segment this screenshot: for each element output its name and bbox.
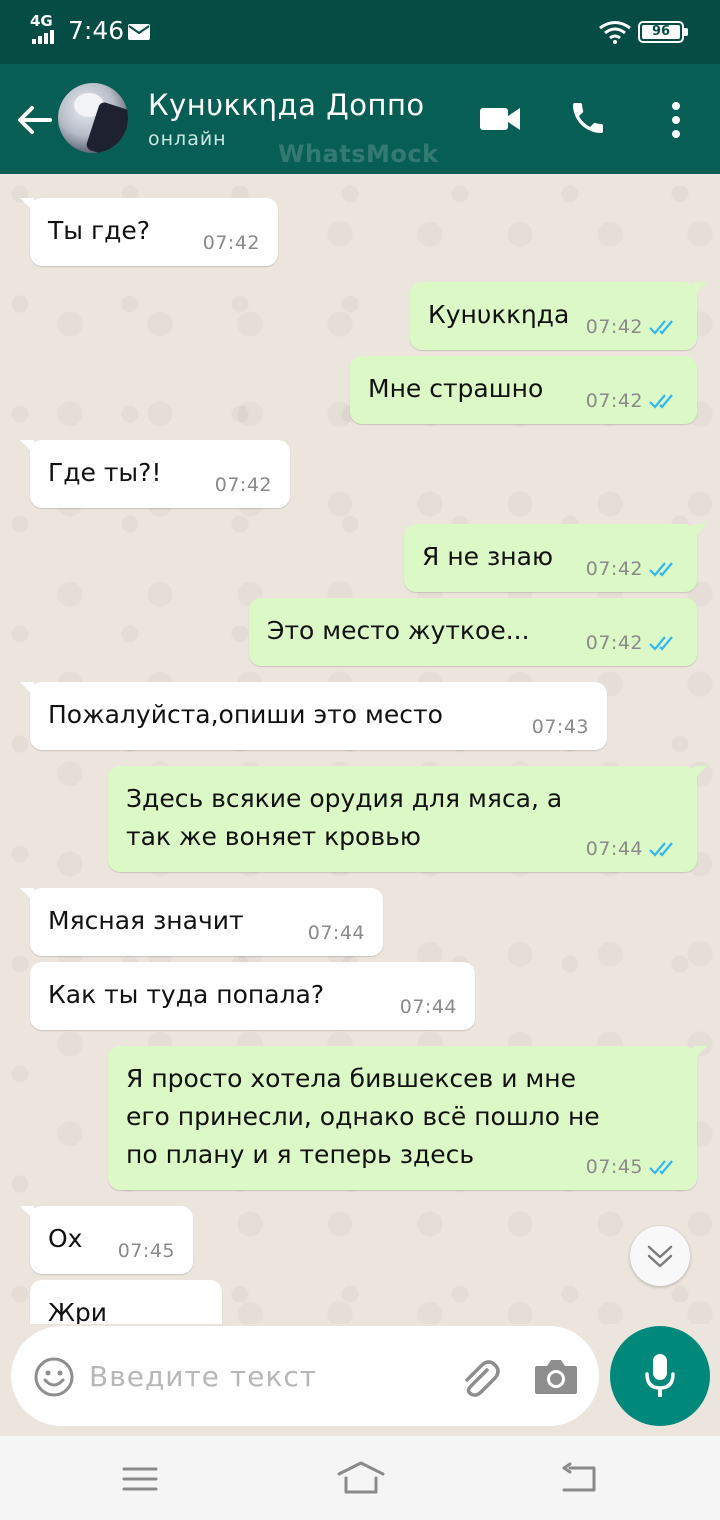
- message-bubble[interactable]: Я просто хотела бившексев и мне его прин…: [108, 1046, 707, 1190]
- message-bubble[interactable]: Ты где? 07:42: [20, 198, 278, 266]
- message-text: Я не знаю: [422, 542, 553, 571]
- message-time: 07:43: [531, 716, 589, 738]
- message-time: 07:42: [585, 316, 643, 338]
- message-text: Здесь всякие орудия для мяса, а так же в…: [126, 784, 563, 851]
- message-text: Ох: [48, 1224, 83, 1253]
- message-bubble[interactable]: Я не знаю 07:42: [404, 524, 707, 592]
- more-options-icon[interactable]: [664, 100, 688, 140]
- message-text: Это место жуткое...: [267, 616, 530, 645]
- read-receipt-icon: [649, 394, 673, 409]
- microphone-icon: [645, 1354, 675, 1397]
- message-bubble[interactable]: Где ты?! 07:42: [20, 440, 290, 508]
- message-text: Ты где?: [48, 216, 151, 245]
- contact-name[interactable]: Кунυκκηда Доппо: [148, 88, 425, 122]
- message-time: 07:45: [585, 1156, 643, 1178]
- video-call-icon[interactable]: [480, 104, 520, 134]
- back-nav-icon[interactable]: [560, 1462, 598, 1496]
- message-bubble[interactable]: Здесь всякие орудия для мяса, а так же в…: [108, 766, 707, 872]
- message-bubble[interactable]: Кунυκκηда 07:42: [410, 282, 707, 350]
- phone-call-icon[interactable]: [568, 98, 608, 138]
- read-receipt-icon: [649, 1160, 673, 1175]
- message-text: Мне страшно: [368, 374, 544, 403]
- camera-icon[interactable]: [533, 1358, 579, 1396]
- message-time: 07:42: [585, 390, 643, 412]
- message-bubble[interactable]: Это место жуткое... 07:42: [249, 598, 697, 666]
- voice-record-button[interactable]: [610, 1326, 710, 1426]
- message-bubble[interactable]: Пожалуйста,опиши это место 07:43: [20, 682, 607, 750]
- message-time: 07:44: [585, 838, 643, 860]
- double-chevron-down-icon: [647, 1245, 673, 1268]
- network-type: 4G: [30, 12, 53, 30]
- scroll-to-bottom-button[interactable]: [630, 1226, 690, 1286]
- read-receipt-icon: [649, 842, 673, 857]
- contact-status: онлайн: [148, 128, 227, 150]
- message-time: 07:42: [585, 632, 643, 654]
- battery-icon: 96: [638, 21, 688, 43]
- message-bubble[interactable]: Мне страшно 07:42: [350, 356, 697, 424]
- message-bubble[interactable]: Как ты туда попала? 07:44: [30, 962, 475, 1030]
- chat-header: Кунυκκηда Доппо онлайн WhatsMock: [0, 64, 720, 174]
- system-navigation-bar: [0, 1436, 720, 1520]
- message-bubble[interactable]: Жри: [30, 1280, 222, 1324]
- recent-apps-icon[interactable]: [122, 1466, 158, 1492]
- message-text: Мясная значит: [48, 906, 244, 935]
- home-icon[interactable]: [336, 1460, 386, 1496]
- message-text: Как ты туда попала?: [48, 980, 325, 1009]
- message-text: Где ты?!: [48, 458, 162, 487]
- message-time: 07:42: [585, 558, 643, 580]
- read-receipt-icon: [649, 562, 673, 577]
- mail-icon: [128, 24, 150, 40]
- clock: 7:46: [68, 16, 125, 45]
- message-time: 07:44: [399, 996, 457, 1018]
- wifi-icon: [599, 21, 631, 44]
- signal-icon: [32, 30, 54, 44]
- back-arrow-icon[interactable]: [14, 102, 54, 138]
- read-receipt-icon: [649, 636, 673, 651]
- status-bar: 4G 7:46 96: [0, 0, 720, 64]
- attach-icon[interactable]: [457, 1356, 501, 1400]
- message-time: 07:44: [307, 922, 365, 944]
- message-time: 07:42: [214, 474, 272, 496]
- read-receipt-icon: [649, 320, 673, 335]
- message-text: Я просто хотела бившексев и мне его прин…: [126, 1064, 600, 1169]
- message-input-placeholder: Введите текст: [89, 1360, 318, 1393]
- message-text: Жри: [48, 1298, 108, 1324]
- message-text: Кунυκκηда: [428, 300, 570, 329]
- message-bubble[interactable]: Ох 07:45: [20, 1206, 193, 1274]
- watermark: WhatsMock: [278, 140, 439, 168]
- message-list[interactable]: Ты где? 07:42 Кунυκκηда 07:42 Мне страшн…: [0, 174, 720, 1324]
- message-input[interactable]: Введите текст: [11, 1326, 599, 1426]
- message-composer: Введите текст: [0, 1324, 720, 1436]
- avatar[interactable]: [58, 83, 128, 153]
- message-time: 07:45: [117, 1240, 175, 1262]
- message-bubble[interactable]: Мясная значит 07:44: [20, 888, 383, 956]
- message-text: Пожалуйста,опиши это место: [48, 700, 443, 729]
- battery-level: 96: [642, 25, 680, 39]
- emoji-icon[interactable]: [33, 1356, 75, 1398]
- message-time: 07:42: [202, 232, 260, 254]
